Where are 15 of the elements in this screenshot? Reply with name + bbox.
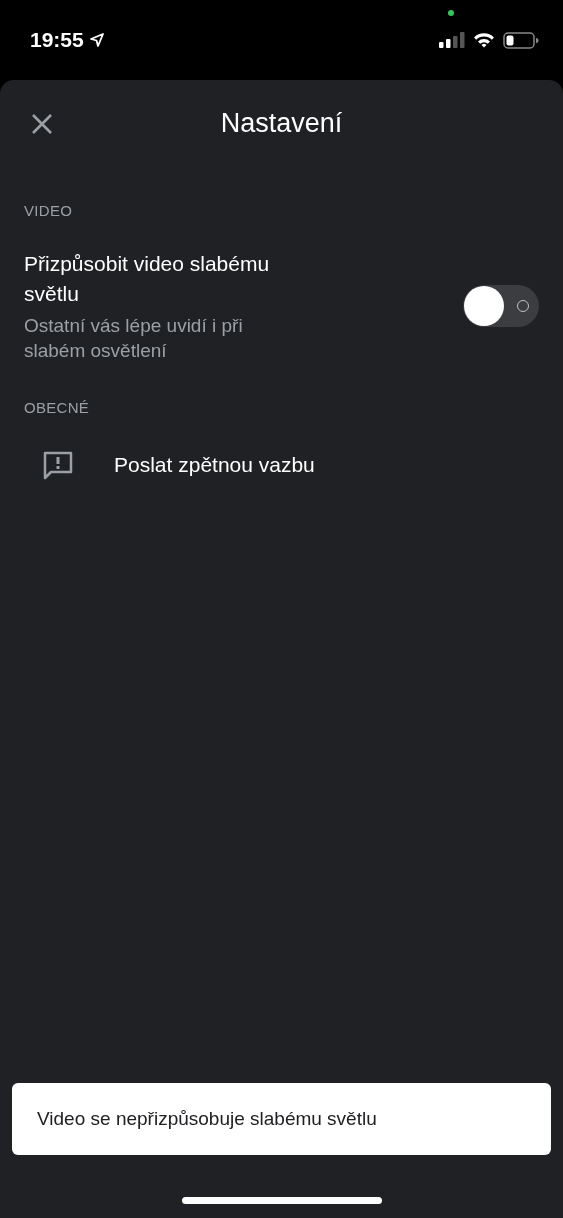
camera-indicator-icon — [448, 10, 454, 16]
toggle-switch[interactable] — [463, 285, 539, 327]
battery-icon — [503, 31, 539, 49]
setting-description: Ostatní vás lépe uvidí i při slabém osvětlení — [24, 314, 244, 363]
section-heading: OBECNÉ — [23, 398, 91, 416]
signal-icon — [439, 32, 465, 48]
location-arrow-icon — [89, 33, 104, 47]
setting-title: Přizpůsobit video slabému světlu — [24, 251, 271, 307]
status-time: 19:55 — [30, 28, 84, 52]
feedback-icon — [42, 450, 74, 480]
page-title: Nastavení — [220, 107, 343, 139]
wifi-icon — [473, 32, 495, 48]
feedback-item[interactable]: Poslat zpětnou vazbu — [0, 416, 339, 480]
section-heading: VIDEO — [23, 201, 74, 219]
snackbar: Video se nepřizpůsobuje slabému světlu — [12, 1083, 551, 1155]
